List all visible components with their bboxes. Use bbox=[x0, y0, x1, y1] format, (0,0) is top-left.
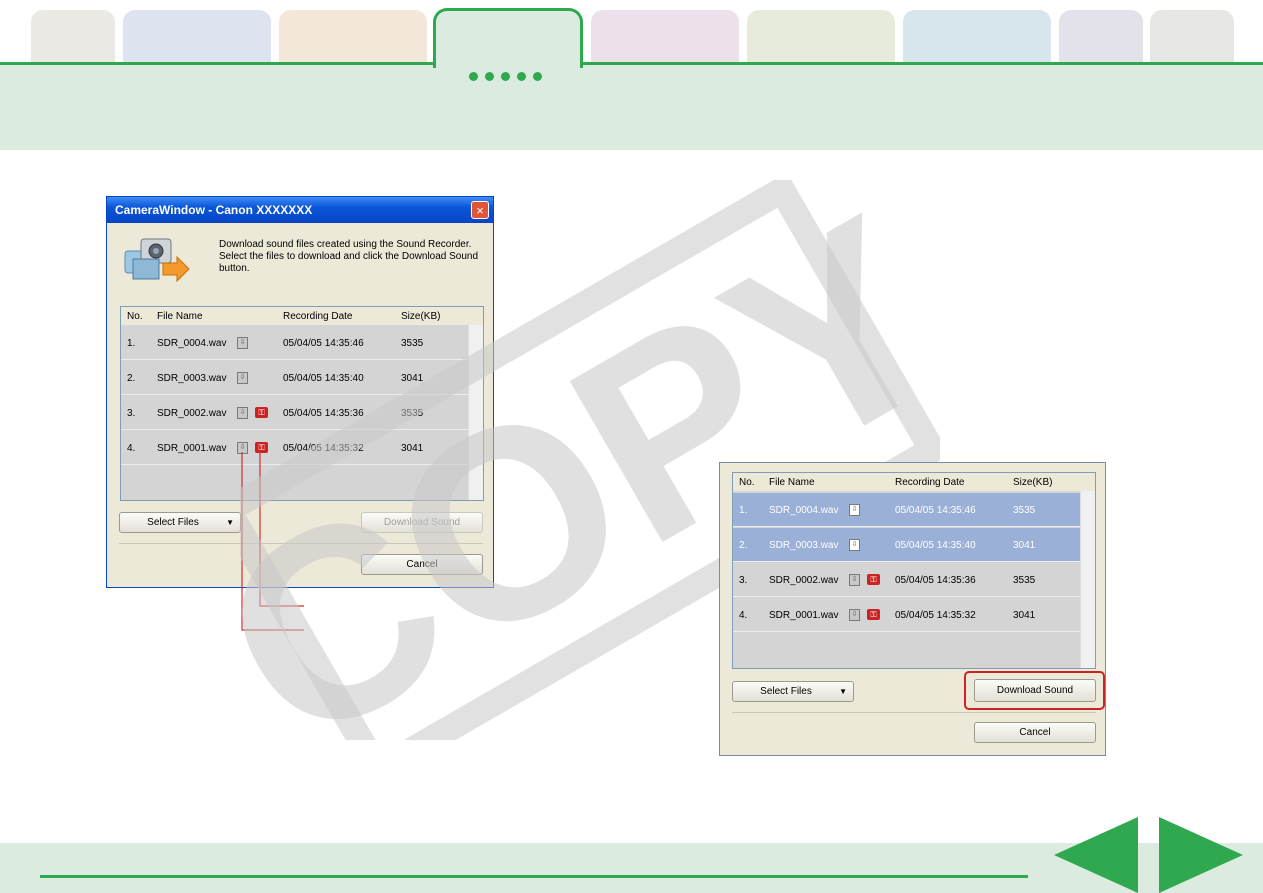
file-icon: ⇩ bbox=[849, 609, 860, 621]
protect-key-icon: ⚿ bbox=[867, 574, 880, 585]
file-icon: ⇩ bbox=[849, 539, 860, 551]
page-indicator-dot bbox=[469, 72, 478, 81]
file-icon: ⇩ bbox=[849, 574, 860, 586]
row-size: 3041 bbox=[1013, 610, 1036, 621]
page-indicator-dot bbox=[501, 72, 510, 81]
protect-key-icon: ⚿ bbox=[867, 609, 880, 620]
row-file-name: SDR_0002.wav bbox=[157, 408, 227, 419]
row-no: 3. bbox=[127, 408, 136, 419]
tab-7[interactable] bbox=[903, 10, 1051, 62]
row-file-name: SDR_0004.wav bbox=[769, 505, 839, 516]
row-no: 1. bbox=[739, 505, 748, 516]
cancel-button[interactable]: Cancel bbox=[974, 722, 1096, 743]
list-header: No. File Name Recording Date Size(KB) bbox=[733, 473, 1095, 491]
tab-6[interactable] bbox=[747, 10, 895, 62]
col-no[interactable]: No. bbox=[739, 477, 755, 488]
row-file-name: SDR_0001.wav bbox=[157, 443, 227, 454]
tab-1[interactable] bbox=[31, 10, 115, 62]
download-sound-button[interactable]: Download Sound bbox=[974, 679, 1096, 702]
row-date: 05/04/05 14:35:46 bbox=[895, 505, 976, 516]
row-date: 05/04/05 14:35:36 bbox=[895, 575, 976, 586]
table-row[interactable]: 3. SDR_0002.wav ⇩ ⚿ 05/04/05 14:35:36 35… bbox=[733, 563, 1081, 597]
row-size: 3535 bbox=[1013, 505, 1036, 516]
tab-active[interactable] bbox=[433, 8, 583, 68]
table-row-selected[interactable]: 2. SDR_0003.wav ⇩ 05/04/05 14:35:40 3041 bbox=[733, 528, 1081, 562]
next-page-arrow-icon[interactable] bbox=[1157, 817, 1243, 893]
page-indicator-dot bbox=[517, 72, 526, 81]
select-files-dropdown[interactable]: Select Files ▼ bbox=[119, 512, 241, 533]
tab-2[interactable] bbox=[123, 10, 271, 62]
row-size: 3041 bbox=[1013, 540, 1036, 551]
header-band bbox=[0, 62, 1263, 150]
tab-5[interactable] bbox=[591, 10, 739, 62]
select-files-dropdown[interactable]: Select Files ▼ bbox=[732, 681, 854, 702]
file-list[interactable]: No. File Name Recording Date Size(KB) 1.… bbox=[732, 472, 1096, 669]
tab-9[interactable] bbox=[1150, 10, 1234, 62]
col-no[interactable]: No. bbox=[127, 311, 143, 322]
col-recording-date[interactable]: Recording Date bbox=[895, 477, 964, 488]
tab-3[interactable] bbox=[279, 10, 427, 62]
tab-8[interactable] bbox=[1059, 10, 1143, 62]
row-file-name: SDR_0003.wav bbox=[157, 373, 227, 384]
col-size[interactable]: Size(KB) bbox=[1013, 477, 1052, 488]
row-file-name: SDR_0002.wav bbox=[769, 575, 839, 586]
previous-page-arrow-icon[interactable] bbox=[1054, 817, 1140, 893]
dropdown-arrow-icon: ▼ bbox=[226, 518, 234, 527]
row-no: 4. bbox=[127, 443, 136, 454]
download-dialog-crop: No. File Name Recording Date Size(KB) 1.… bbox=[719, 462, 1106, 756]
row-no: 2. bbox=[739, 540, 748, 551]
table-row-selected[interactable]: 1. SDR_0004.wav ⇩ 05/04/05 14:35:46 3535 bbox=[733, 493, 1081, 527]
page-indicator-dot bbox=[533, 72, 542, 81]
row-file-name: SDR_0004.wav bbox=[157, 338, 227, 349]
row-file-name: SDR_0003.wav bbox=[769, 540, 839, 551]
row-no: 4. bbox=[739, 610, 748, 621]
divider bbox=[732, 712, 1096, 713]
col-file-name[interactable]: File Name bbox=[157, 311, 203, 322]
col-file-name[interactable]: File Name bbox=[769, 477, 815, 488]
row-no: 3. bbox=[739, 575, 748, 586]
row-no: 1. bbox=[127, 338, 136, 349]
row-date: 05/04/05 14:35:32 bbox=[895, 610, 976, 621]
row-file-name: SDR_0001.wav bbox=[769, 610, 839, 621]
file-icon: ⇩ bbox=[849, 504, 860, 516]
camera-download-icon bbox=[119, 233, 195, 289]
header-divider bbox=[0, 62, 1263, 65]
row-date: 05/04/05 14:35:40 bbox=[895, 540, 976, 551]
footer-divider bbox=[40, 875, 1028, 878]
row-no: 2. bbox=[127, 373, 136, 384]
row-size: 3535 bbox=[1013, 575, 1036, 586]
page-indicator-dot bbox=[485, 72, 494, 81]
list-scrollbar[interactable] bbox=[1080, 491, 1095, 668]
dropdown-arrow-icon: ▼ bbox=[839, 687, 847, 696]
table-row[interactable]: 4. SDR_0001.wav ⇩ ⚿ 05/04/05 14:35:32 30… bbox=[733, 598, 1081, 632]
select-files-label: Select Files bbox=[760, 686, 812, 697]
select-files-label: Select Files bbox=[147, 517, 199, 528]
